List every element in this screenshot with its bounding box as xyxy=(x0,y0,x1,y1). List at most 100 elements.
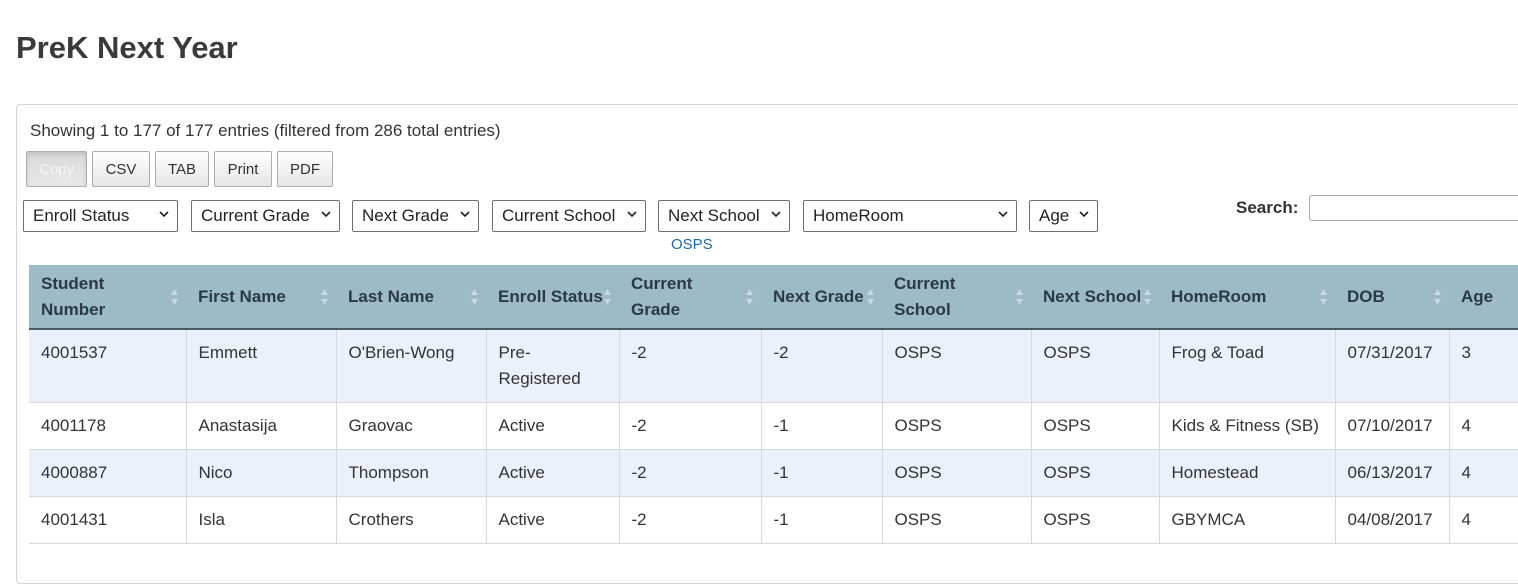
current-grade-cell: -2 xyxy=(619,329,762,403)
filter-label: Next School xyxy=(668,206,760,225)
dob-cell: 07/31/2017 xyxy=(1335,329,1450,403)
current-grade-cell: -2 xyxy=(619,402,762,450)
current-school-filter[interactable]: Current School xyxy=(492,200,646,232)
column-header-dob[interactable]: DOB xyxy=(1335,265,1449,330)
next-school-selected-value[interactable]: OSPS xyxy=(671,236,713,253)
next-school-cell: OSPS xyxy=(1031,449,1160,497)
first-name-cell: Emmett xyxy=(186,329,337,403)
sort-icon xyxy=(1434,289,1441,305)
dob-cell: 07/10/2017 xyxy=(1335,402,1450,450)
filter-label: Age xyxy=(1039,206,1070,225)
column-header-enroll-status[interactable]: Enroll Status xyxy=(486,265,619,330)
sort-icon xyxy=(471,289,478,305)
current-grade-cell: -2 xyxy=(619,449,762,497)
chevron-down-icon xyxy=(159,211,169,218)
age-cell: 4 xyxy=(1449,496,1518,544)
table-row[interactable]: 4001178 Anastasija Graovac Active -2 -1 OSPS OS… xyxy=(29,402,1518,450)
next-grade-cell: -1 xyxy=(761,449,883,497)
next-school-cell: OSPS xyxy=(1031,402,1160,450)
age-cell: 4 xyxy=(1449,402,1518,450)
homeroom-cell: Homestead xyxy=(1159,449,1336,497)
student-number-cell: 4001178 xyxy=(29,402,187,450)
student-number-cell: 4001537 xyxy=(29,329,187,403)
pdf-button[interactable]: PDF xyxy=(277,151,333,187)
copy-button[interactable]: Copy xyxy=(26,151,87,187)
table-row[interactable]: 4000887 Nico Thompson Active -2 -1 OSPS OSPS Hom… xyxy=(29,449,1518,497)
first-name-cell: Anastasija xyxy=(186,402,337,450)
column-header-next-grade[interactable]: Next Grade xyxy=(761,265,882,330)
chevron-down-icon xyxy=(627,211,637,218)
table-row[interactable]: 4001431 Isla Crothers Active -2 -1 OSPS OSPS GBY… xyxy=(29,496,1518,544)
homeroom-cell: Frog & Toad xyxy=(1159,329,1336,403)
filter-label: HomeRoom xyxy=(813,206,904,225)
next-school-filter[interactable]: Next School xyxy=(658,200,790,232)
student-number-cell: 4001431 xyxy=(29,496,187,544)
next-grade-filter[interactable]: Next Grade xyxy=(352,200,479,232)
current-school-cell: OSPS xyxy=(882,402,1032,450)
sort-icon xyxy=(1144,289,1151,305)
last-name-cell: Graovac xyxy=(336,402,487,450)
students-table: Student Number First Name Last Name Enro… xyxy=(29,265,1518,544)
column-header-student-number[interactable]: Student Number xyxy=(29,265,186,330)
chevron-down-icon xyxy=(998,211,1008,218)
first-name-cell: Isla xyxy=(186,496,337,544)
column-header-current-grade[interactable]: Current Grade xyxy=(619,265,761,330)
enroll-status-cell: Active xyxy=(486,402,620,450)
enroll-status-filter[interactable]: Enroll Status xyxy=(23,200,178,232)
last-name-cell: O'Brien-Wong xyxy=(336,329,487,403)
enroll-status-cell: Pre-Registered xyxy=(486,329,620,403)
print-button[interactable]: Print xyxy=(214,151,272,187)
next-school-cell: OSPS xyxy=(1031,496,1160,544)
current-school-cell: OSPS xyxy=(882,496,1032,544)
next-grade-cell: -1 xyxy=(761,402,883,450)
search-input[interactable] xyxy=(1309,195,1518,221)
age-cell: 3 xyxy=(1449,329,1518,403)
homeroom-cell: Kids & Fitness (SB) xyxy=(1159,402,1336,450)
column-header-homeroom[interactable]: HomeRoom xyxy=(1159,265,1335,330)
column-header-first-name[interactable]: First Name xyxy=(186,265,336,330)
sort-icon xyxy=(867,289,874,305)
first-name-cell: Nico xyxy=(186,449,337,497)
chevron-down-icon xyxy=(321,211,331,218)
filter-label: Enroll Status xyxy=(33,206,130,225)
column-header-current-school[interactable]: Current School xyxy=(882,265,1031,330)
column-header-age[interactable]: Age xyxy=(1449,265,1518,330)
sort-icon xyxy=(1016,289,1023,305)
age-cell: 4 xyxy=(1449,449,1518,497)
sort-icon xyxy=(1320,289,1327,305)
csv-button[interactable]: CSV xyxy=(92,151,150,187)
sort-icon xyxy=(321,289,328,305)
last-name-cell: Thompson xyxy=(336,449,487,497)
filter-label: Current School xyxy=(502,206,616,225)
homeroom-cell: GBYMCA xyxy=(1159,496,1336,544)
tab-button[interactable]: TAB xyxy=(155,151,209,187)
sort-icon xyxy=(171,289,178,305)
enroll-status-cell: Active xyxy=(486,496,620,544)
last-name-cell: Crothers xyxy=(336,496,487,544)
chevron-down-icon xyxy=(1079,211,1089,218)
table-info: Showing 1 to 177 of 177 entries (filtere… xyxy=(30,121,501,140)
table-row[interactable]: 4001537 Emmett O'Brien-Wong Pre-Registered -… xyxy=(29,329,1518,403)
chevron-down-icon xyxy=(460,211,470,218)
age-filter[interactable]: Age xyxy=(1029,200,1098,232)
sort-icon xyxy=(746,289,753,305)
current-school-cell: OSPS xyxy=(882,329,1032,403)
next-school-cell: OSPS xyxy=(1031,329,1160,403)
table-header-row: Student Number First Name Last Name Enro… xyxy=(29,265,1518,330)
enroll-status-cell: Active xyxy=(486,449,620,497)
current-grade-cell: -2 xyxy=(619,496,762,544)
column-header-next-school[interactable]: Next School xyxy=(1031,265,1159,330)
next-grade-cell: -2 xyxy=(761,329,883,403)
page-title: PreK Next Year xyxy=(16,30,238,65)
sort-icon xyxy=(604,289,611,305)
homeroom-filter[interactable]: HomeRoom xyxy=(803,200,1017,232)
current-grade-filter[interactable]: Current Grade xyxy=(191,200,340,232)
dob-cell: 04/08/2017 xyxy=(1335,496,1450,544)
column-header-last-name[interactable]: Last Name xyxy=(336,265,486,330)
table-body: 4001537 Emmett O'Brien-Wong Pre-Registered -… xyxy=(29,329,1518,544)
current-school-cell: OSPS xyxy=(882,449,1032,497)
next-grade-cell: -1 xyxy=(761,496,883,544)
chevron-down-icon xyxy=(771,211,781,218)
dob-cell: 06/13/2017 xyxy=(1335,449,1450,497)
filter-label: Current Grade xyxy=(201,206,310,225)
